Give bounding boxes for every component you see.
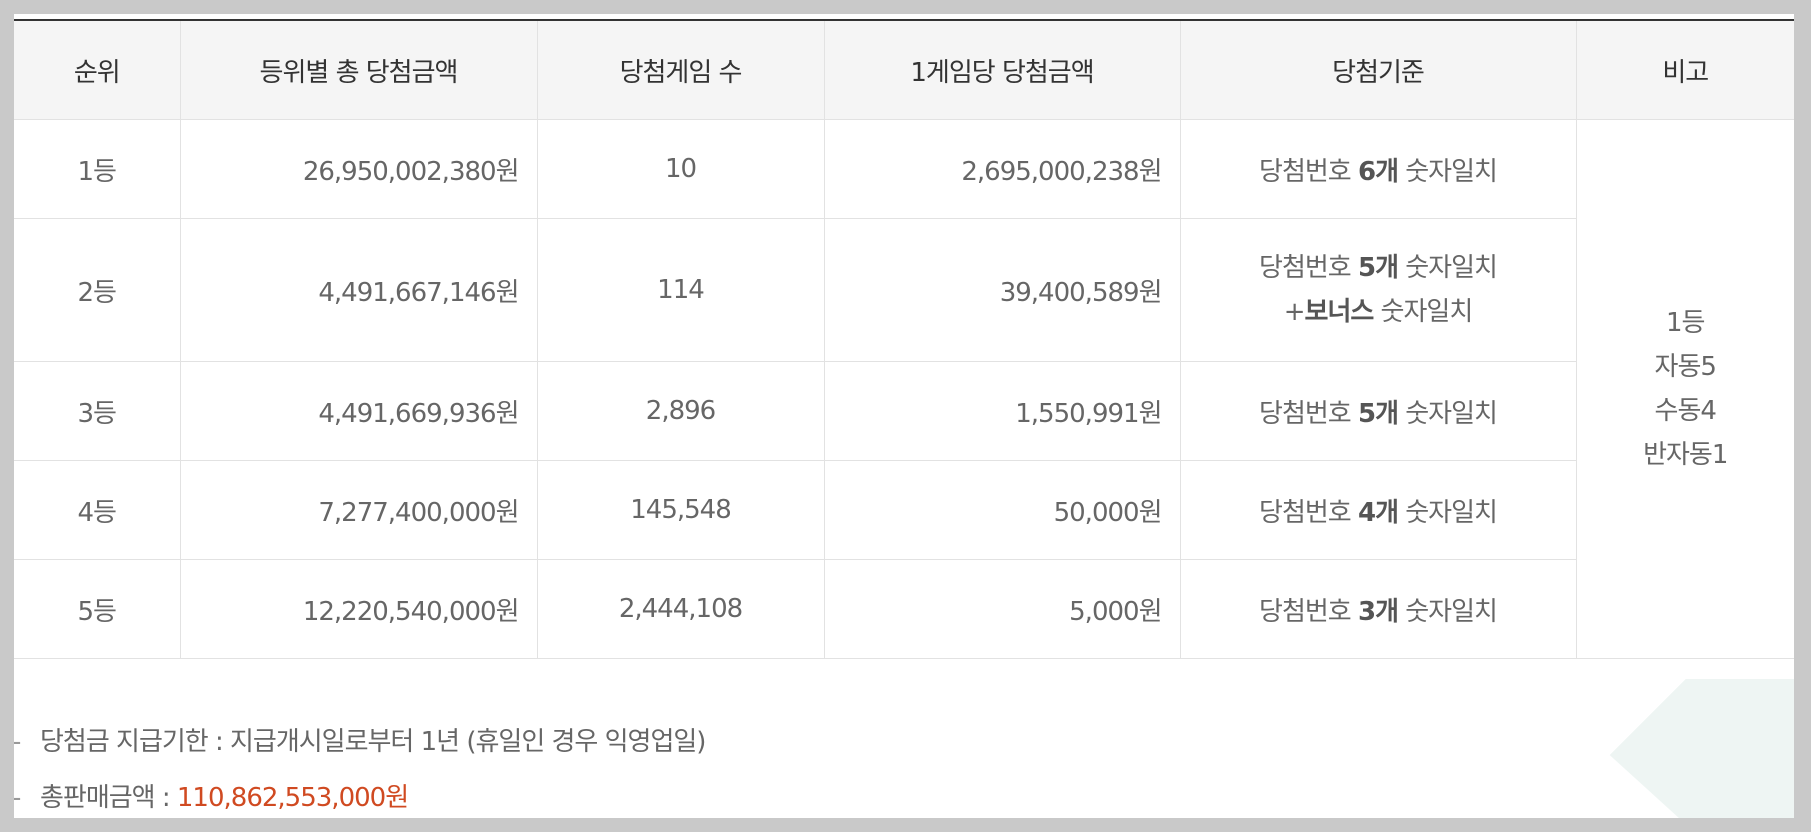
table-row: 3등 4,491,669,936원 2,896 1,550,991원 당첨번호 … [14,361,1794,461]
rank-cell: 5등 [14,559,181,659]
bullet-dash: - [14,770,21,818]
amount-per-game-cell: 2,695,000,238원 [823,119,1181,219]
total-sales-value: 110,862,553,000원 [176,783,409,813]
criteria-count: 3개 [1357,596,1399,627]
criteria-line: 당첨번호 5개 숫자일치 [1199,246,1558,290]
criteria-prefix: 당첨번호 [1259,253,1358,283]
header-winning-games: 당첨게임 수 [536,20,825,120]
amount-per-game-cell: 50,000원 [823,460,1181,560]
winning-games-cell: 145,548 [536,460,825,560]
criteria-prefix: 당첨번호 [1259,596,1358,627]
criteria-cell: 당첨번호 4개 숫자일치 [1179,460,1576,560]
criteria-cell: 당첨번호 3개 숫자일치 [1179,559,1576,659]
rank-cell: 3등 [14,361,181,461]
total-amount-cell: 4,491,669,936원 [179,361,538,461]
table-row: 4등 7,277,400,000원 145,548 50,000원 당첨번호 4… [14,460,1794,560]
winning-games-cell: 2,444,108 [536,559,825,659]
amount-per-game-cell: 5,000원 [823,559,1181,659]
notes-list: - 당첨금 지급기한 : 지급개시일로부터 1년 (휴일인 경우 익영업일) -… [14,714,1414,818]
results-panel: 순위 등위별 총 당첨금액 당첨게임 수 1게임당 당첨금액 당첨기준 비고 1… [14,14,1794,818]
criteria-cell: 당첨번호 6개 숫자일치 [1179,119,1577,219]
remark-line: 반자동1 [1643,440,1728,470]
rank-cell: 1등 [14,119,181,219]
amount-per-game-cell: 1,550,991원 [823,361,1181,461]
total-amount-cell: 4,491,667,146원 [179,218,538,362]
criteria-suffix: 숫자일치 [1398,253,1498,283]
bonus-suffix: 숫자일치 [1373,297,1474,327]
winning-games-cell: 114 [536,218,825,362]
payment-deadline-text: 당첨금 지급기한 : 지급개시일로부터 1년 (휴일인 경우 익영업일) [40,727,706,757]
remark-line: 자동5 [1654,352,1717,382]
bullet-dash: - [14,714,21,770]
bonus-plus: + [1283,297,1306,327]
criteria-bonus-line: +보너스 숫자일치 [1199,290,1558,334]
header-rank: 순위 [14,20,181,120]
note-payment-deadline: - 당첨금 지급기한 : 지급개시일로부터 1년 (휴일인 경우 익영업일) [14,714,1414,770]
criteria-prefix: 당첨번호 [1259,497,1358,528]
amount-per-game-cell: 39,400,589원 [823,218,1181,362]
criteria-suffix: 숫자일치 [1398,398,1498,429]
header-remarks: 비고 [1575,20,1794,120]
winning-games-cell: 2,896 [536,361,825,461]
table-row: 2등 4,491,667,146원 114 39,400,589원 당첨번호 5… [14,218,1794,362]
total-amount-cell: 12,220,540,000원 [179,559,538,659]
criteria-prefix: 당첨번호 [1259,398,1358,429]
criteria-count: 5개 [1357,253,1399,283]
criteria-prefix: 당첨번호 [1259,156,1358,187]
table-header-row: 순위 등위별 총 당첨금액 당첨게임 수 1게임당 당첨금액 당첨기준 비고 [14,20,1794,120]
remark-line: 수동4 [1654,396,1717,426]
background-decoration [1526,679,1794,818]
criteria-count: 6개 [1357,156,1399,187]
criteria-suffix: 숫자일치 [1398,497,1498,528]
rank-cell: 4등 [14,460,181,560]
remark-line: 1등 [1666,308,1705,338]
criteria-cell: 당첨번호 5개 숫자일치 [1179,361,1576,461]
remarks-cell: 1등 자동5 수동4 반자동1 [1575,119,1794,659]
criteria-suffix: 숫자일치 [1398,596,1498,627]
criteria-count: 4개 [1357,497,1399,528]
total-amount-cell: 7,277,400,000원 [179,460,538,560]
header-total-amount: 등위별 총 당첨금액 [179,20,538,120]
winning-games-cell: 10 [536,119,825,219]
note-total-sales: - 총판매금액 : 110,862,553,000원 [14,770,1414,818]
table-row: 1등 26,950,002,380원 10 2,695,000,238원 당첨번… [14,119,1794,659]
header-amount-per-game: 1게임당 당첨금액 [823,20,1181,120]
total-amount-cell: 26,950,002,380원 [179,119,538,219]
criteria-cell: 당첨번호 5개 숫자일치 +보너스 숫자일치 [1179,218,1576,362]
bonus-label: 보너스 [1304,297,1375,327]
criteria-count: 5개 [1357,398,1399,429]
total-sales-label: 총판매금액 : [40,783,177,813]
table-row: 5등 12,220,540,000원 2,444,108 5,000원 당첨번호… [14,559,1794,659]
header-criteria: 당첨기준 [1179,20,1577,120]
prize-results-table: 순위 등위별 총 당첨금액 당첨게임 수 1게임당 당첨금액 당첨기준 비고 1… [14,19,1794,659]
criteria-suffix: 숫자일치 [1398,156,1498,187]
rank-cell: 2등 [14,218,181,362]
